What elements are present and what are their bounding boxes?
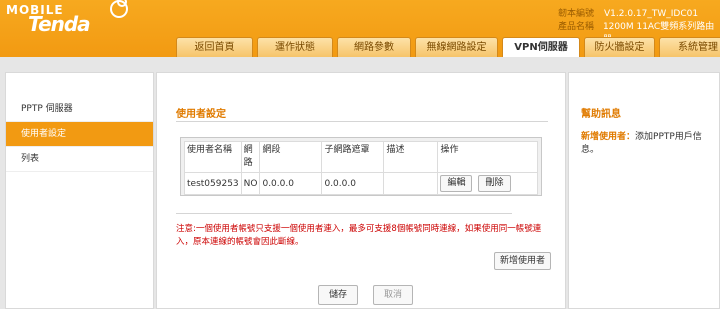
notice-divider — [176, 213, 512, 214]
table-row: test059253 NO 0.0.0.0 0.0.0.0 編輯 刪除 — [184, 172, 538, 195]
user-table-container: 使用者名稱 網路 網段 子網路遮罩 描述 操作 test059253 NO 0.… — [180, 137, 542, 196]
firmware-value: V1.2.0.17_TW_IDC01 — [604, 9, 699, 19]
title-divider — [176, 121, 548, 122]
notice-text: 注意:一個使用者帳號只支援一個使用者連入，最多可支援8個帳號同時連線，如果使用同… — [176, 224, 542, 247]
tenda-logo[interactable]: MOBILE Tenda — [6, 4, 91, 36]
sidebar-item-list[interactable]: 列表 — [6, 147, 153, 172]
cell-username: test059253 — [184, 172, 242, 195]
firmware-label: 韌本編號 — [558, 9, 595, 19]
cell-description — [383, 172, 439, 195]
column-header-actions: 操作 — [437, 141, 538, 173]
help-title: 幫助訊息 — [581, 109, 621, 120]
column-header-mask: 子網路遮罩 — [321, 141, 385, 173]
tab-vpn-server[interactable]: VPN伺服器 — [502, 37, 580, 57]
column-header-description: 描述 — [383, 141, 439, 173]
sidebar-item-user-settings[interactable]: 使用者設定 — [6, 122, 153, 147]
tab-firewall[interactable]: 防火牆設定 — [584, 37, 655, 57]
delete-button[interactable]: 刪除 — [478, 175, 511, 192]
tab-home[interactable]: 返回首頁 — [176, 37, 253, 57]
help-text-block: 新增使用者：添加PPTP用戶信息。 — [581, 131, 709, 157]
add-user-button[interactable]: 新增使用者 — [494, 252, 552, 270]
help-label: 新增使用者： — [581, 132, 636, 142]
header-bar: MOBILE Tenda 韌本編號 V1.2.0.17_TW_IDC01 產品名… — [0, 0, 720, 57]
column-header-network: 網路 — [240, 141, 261, 173]
cancel-button[interactable]: 取消 — [373, 285, 413, 305]
table-header-row: 使用者名稱 網路 網段 子網路遮罩 描述 操作 — [184, 141, 538, 173]
column-header-segment: 網段 — [259, 141, 323, 173]
main-panel: 使用者設定 使用者名稱 網路 網段 子網路遮罩 描述 操作 test059253… — [156, 72, 566, 309]
cell-network: NO — [240, 172, 261, 195]
cell-mask: 0.0.0.0 — [321, 172, 385, 195]
tab-wireless[interactable]: 無線網路設定 — [415, 37, 498, 57]
logo-bottom-text: Tenda — [28, 12, 91, 36]
cell-actions: 編輯 刪除 — [437, 172, 538, 195]
edit-button[interactable]: 編輯 — [440, 175, 473, 192]
save-button[interactable]: 儲存 — [318, 285, 358, 305]
column-header-username: 使用者名稱 — [184, 141, 242, 173]
logo-ring-icon — [110, 0, 128, 18]
tab-system[interactable]: 系統管理 — [659, 37, 720, 57]
tab-status[interactable]: 運作狀態 — [257, 37, 333, 57]
cell-segment: 0.0.0.0 — [259, 172, 323, 195]
main-tabs: 返回首頁 運作狀態 網路參數 無線網路設定 VPN伺服器 防火牆設定 系統管理 — [176, 37, 720, 57]
sidebar-item-pptp-server[interactable]: PPTP 伺服器 — [6, 97, 153, 122]
help-panel: 幫助訊息 新增使用者：添加PPTP用戶信息。 — [568, 72, 720, 309]
user-table: 使用者名稱 網路 網段 子網路遮罩 描述 操作 test059253 NO 0.… — [184, 141, 538, 195]
tab-network[interactable]: 網路參數 — [337, 37, 411, 57]
page-title: 使用者設定 — [176, 109, 226, 120]
sidebar: PPTP 伺服器 使用者設定 列表 — [5, 72, 154, 309]
